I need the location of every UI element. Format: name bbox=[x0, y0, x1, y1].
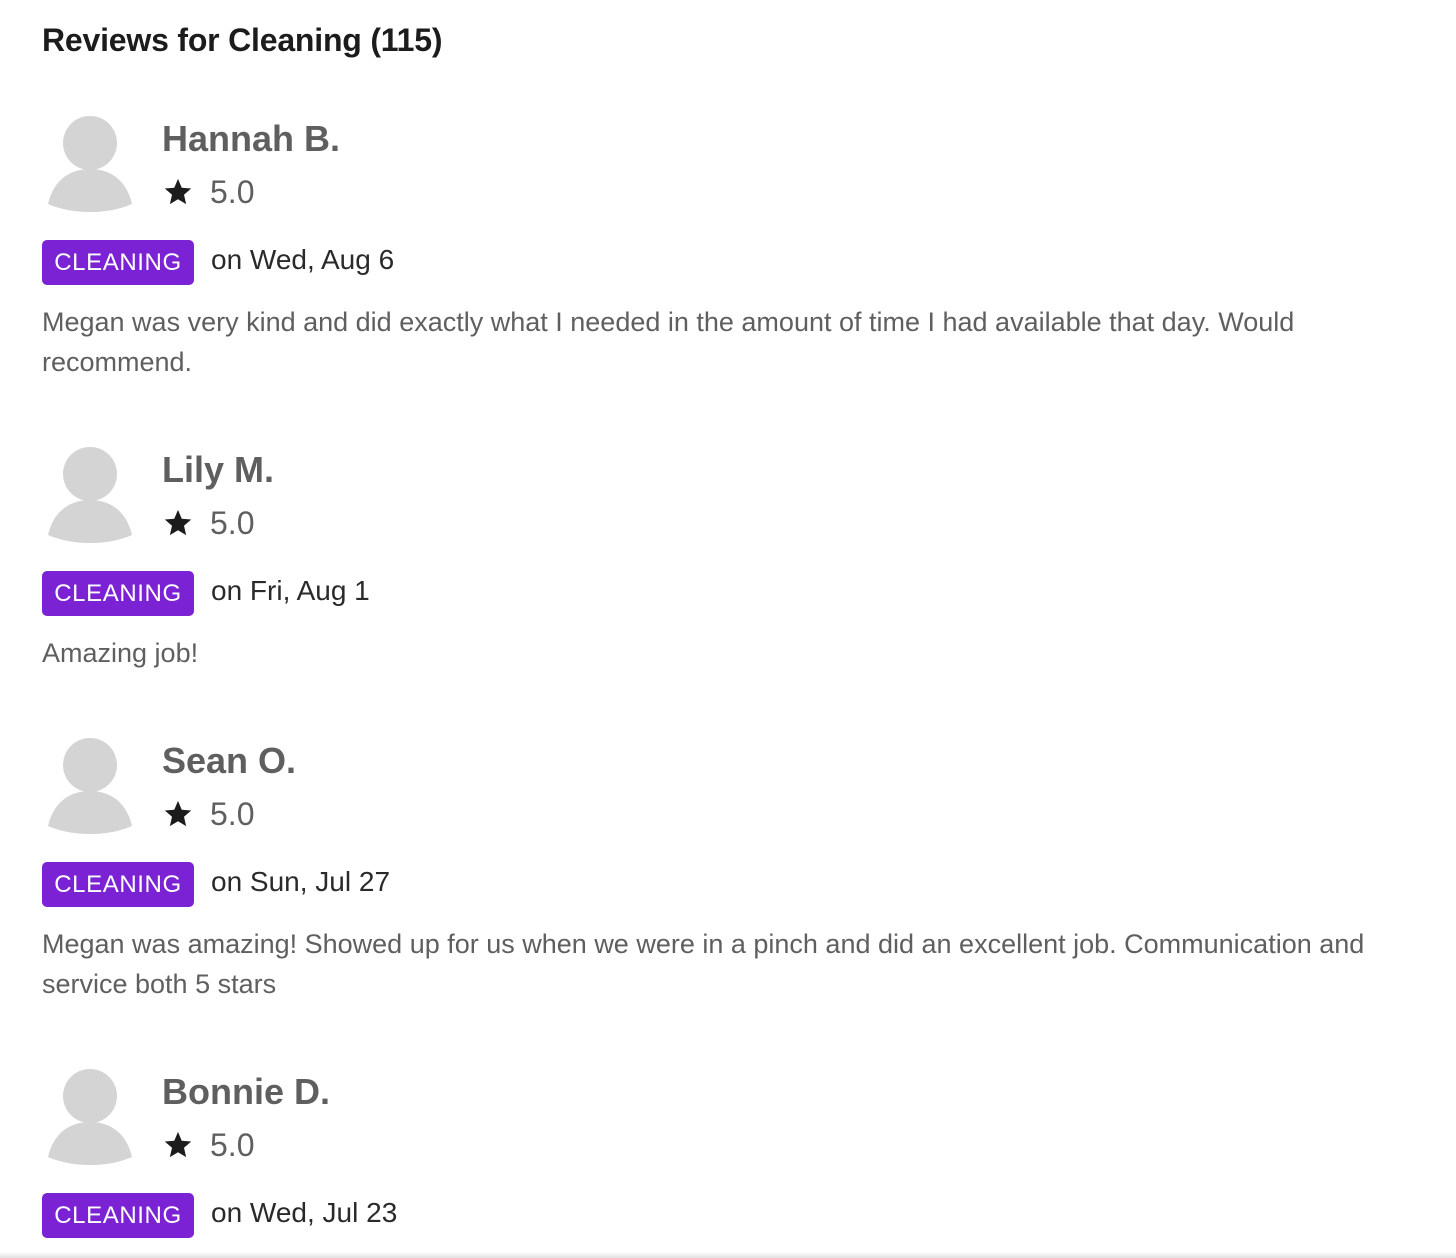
category-badge: CLEANING bbox=[42, 1193, 194, 1238]
category-badge: CLEANING bbox=[42, 571, 194, 616]
star-icon bbox=[162, 507, 194, 539]
avatar-icon bbox=[48, 447, 132, 543]
avatar-icon bbox=[48, 1069, 132, 1165]
review-meta: CLEANING on Fri, Aug 1 bbox=[42, 571, 370, 616]
review-date: on Sun, Jul 27 bbox=[211, 865, 391, 897]
scroll-fade bbox=[0, 1252, 1456, 1258]
star-icon bbox=[162, 176, 194, 208]
rating-value: 5.0 bbox=[210, 173, 255, 210]
category-badge: CLEANING bbox=[42, 862, 194, 907]
star-icon bbox=[162, 1129, 194, 1161]
review-date: on Wed, Aug 6 bbox=[211, 243, 395, 275]
review-meta: CLEANING on Wed, Aug 6 bbox=[42, 240, 394, 285]
review-date: on Fri, Aug 1 bbox=[211, 574, 370, 606]
reviewer-name: Lily M. bbox=[162, 449, 275, 490]
rating: 5.0 bbox=[162, 794, 254, 834]
star-icon bbox=[162, 798, 194, 830]
rating: 5.0 bbox=[162, 503, 254, 543]
reviewer-name: Sean O. bbox=[162, 740, 297, 781]
review-date: on Wed, Jul 23 bbox=[211, 1196, 398, 1228]
rating: 5.0 bbox=[162, 1125, 254, 1165]
rating: 5.0 bbox=[162, 172, 254, 212]
avatar-icon bbox=[48, 738, 132, 834]
rating-value: 5.0 bbox=[210, 795, 255, 832]
rating-value: 5.0 bbox=[210, 504, 255, 541]
reviews-heading: Reviews for Cleaning (115) bbox=[42, 22, 443, 58]
rating-value: 5.0 bbox=[210, 1126, 255, 1163]
review-text: Megan was very kind and did exactly what… bbox=[42, 307, 1295, 377]
review-text: Megan was amazing! Showed up for us when… bbox=[42, 929, 1365, 999]
review-text: Amazing job! bbox=[42, 638, 199, 668]
review-meta: CLEANING on Wed, Jul 23 bbox=[42, 1193, 397, 1238]
reviewer-name: Bonnie D. bbox=[162, 1071, 330, 1112]
review-meta: CLEANING on Sun, Jul 27 bbox=[42, 862, 390, 907]
reviewer-name: Hannah B. bbox=[162, 118, 341, 159]
avatar-icon bbox=[48, 116, 132, 212]
category-badge: CLEANING bbox=[42, 240, 194, 285]
